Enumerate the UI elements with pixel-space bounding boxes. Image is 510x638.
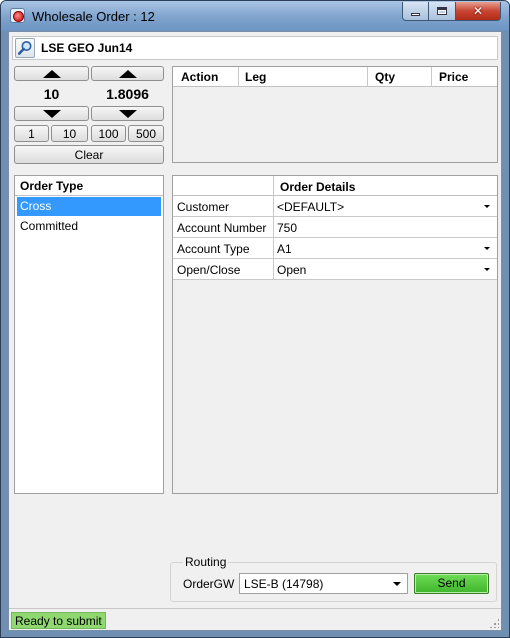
column-header-action[interactable]: Action bbox=[181, 70, 218, 84]
account-type-value[interactable]: A1 bbox=[277, 242, 292, 256]
column-header-qty[interactable]: Qty bbox=[375, 70, 395, 84]
detail-row-account-number[interactable]: Account Number 750 bbox=[173, 217, 497, 238]
minimize-button[interactable] bbox=[402, 2, 429, 21]
magnifier-icon bbox=[17, 41, 32, 55]
column-divider bbox=[238, 67, 239, 87]
arrow-down-icon bbox=[42, 109, 61, 118]
wholesale-order-window: Wholesale Order : 12 ✕ LSE GEO Jun14 10 … bbox=[0, 0, 510, 638]
open-close-value[interactable]: Open bbox=[277, 263, 306, 277]
minimize-icon bbox=[411, 12, 420, 16]
dropdown-arrow-icon[interactable] bbox=[484, 205, 490, 208]
detail-row-customer[interactable]: Customer <DEFAULT> bbox=[173, 196, 497, 217]
preset-100-button[interactable]: 100 bbox=[91, 125, 126, 142]
preset-1-button[interactable]: 1 bbox=[14, 125, 49, 142]
order-details-title: Order Details bbox=[280, 180, 356, 194]
column-header-price[interactable]: Price bbox=[439, 70, 468, 84]
arrow-down-icon bbox=[118, 109, 137, 118]
preset-500-button[interactable]: 500 bbox=[128, 125, 164, 142]
order-details-grid: Order Details Customer <DEFAULT> Account… bbox=[172, 175, 498, 494]
detail-label: Account Number bbox=[177, 221, 267, 235]
detail-label: Customer bbox=[177, 200, 230, 214]
close-icon: ✕ bbox=[472, 4, 484, 18]
column-divider bbox=[273, 196, 274, 216]
dropdown-arrow-icon[interactable] bbox=[484, 247, 490, 250]
column-divider bbox=[273, 238, 274, 258]
detail-label: Open/Close bbox=[177, 263, 241, 277]
app-icon bbox=[10, 8, 25, 23]
price-up-button[interactable] bbox=[91, 66, 164, 81]
column-divider bbox=[273, 217, 274, 237]
instrument-label: LSE GEO Jun14 bbox=[41, 41, 133, 55]
maximize-button[interactable] bbox=[429, 2, 456, 21]
instrument-bar: LSE GEO Jun14 bbox=[12, 36, 498, 60]
preset-10-button[interactable]: 10 bbox=[51, 125, 88, 142]
column-divider bbox=[431, 67, 432, 87]
order-gateway-select[interactable]: LSE-B (14798) bbox=[239, 573, 408, 594]
quantity-value[interactable]: 10 bbox=[14, 83, 89, 105]
clear-button[interactable]: Clear bbox=[14, 145, 164, 164]
order-gateway-label: OrderGW bbox=[183, 577, 235, 591]
maximize-icon bbox=[437, 7, 447, 15]
order-gateway-value: LSE-B (14798) bbox=[244, 577, 324, 591]
detail-row-open-close[interactable]: Open/Close Open bbox=[173, 259, 497, 280]
close-button[interactable]: ✕ bbox=[456, 2, 501, 21]
dropdown-arrow-icon[interactable] bbox=[484, 268, 490, 271]
column-header-leg[interactable]: Leg bbox=[245, 70, 266, 84]
price-value[interactable]: 1.8096 bbox=[91, 83, 164, 105]
status-message: Ready to submit bbox=[11, 612, 106, 629]
legs-table-header: Action Leg Qty Price bbox=[173, 67, 497, 87]
arrow-up-icon bbox=[118, 69, 137, 78]
caption-buttons: ✕ bbox=[402, 2, 501, 22]
legs-table[interactable]: Action Leg Qty Price bbox=[172, 66, 498, 163]
account-number-value[interactable]: 750 bbox=[277, 221, 297, 235]
order-type-item-cross[interactable]: Cross bbox=[17, 197, 161, 216]
chevron-down-icon bbox=[393, 582, 401, 586]
window-title: Wholesale Order : 12 bbox=[32, 9, 155, 24]
routing-legend: Routing bbox=[183, 555, 229, 569]
send-button[interactable]: Send bbox=[414, 573, 489, 594]
order-type-header: Order Type bbox=[15, 176, 163, 196]
price-down-button[interactable] bbox=[91, 106, 164, 121]
resize-grip-icon[interactable] bbox=[489, 618, 499, 628]
detail-label: Account Type bbox=[177, 242, 250, 256]
order-details-header: Order Details bbox=[173, 176, 497, 196]
title-bar[interactable]: Wholesale Order : 12 ✕ bbox=[1, 1, 509, 31]
column-divider bbox=[273, 176, 274, 195]
order-type-item-committed[interactable]: Committed bbox=[17, 217, 161, 236]
status-bar: Ready to submit bbox=[9, 608, 501, 630]
instrument-lookup-button[interactable] bbox=[15, 38, 35, 58]
order-type-list[interactable]: Order Type Cross Committed bbox=[14, 175, 164, 494]
quantity-down-button[interactable] bbox=[14, 106, 89, 121]
arrow-up-icon bbox=[42, 69, 61, 78]
column-divider bbox=[273, 259, 274, 279]
column-divider bbox=[367, 67, 368, 87]
customer-value[interactable]: <DEFAULT> bbox=[277, 200, 344, 214]
quantity-up-button[interactable] bbox=[14, 66, 89, 81]
detail-row-account-type[interactable]: Account Type A1 bbox=[173, 238, 497, 259]
window-client-area: LSE GEO Jun14 10 1.8096 1 10 100 500 Cle… bbox=[8, 31, 502, 631]
